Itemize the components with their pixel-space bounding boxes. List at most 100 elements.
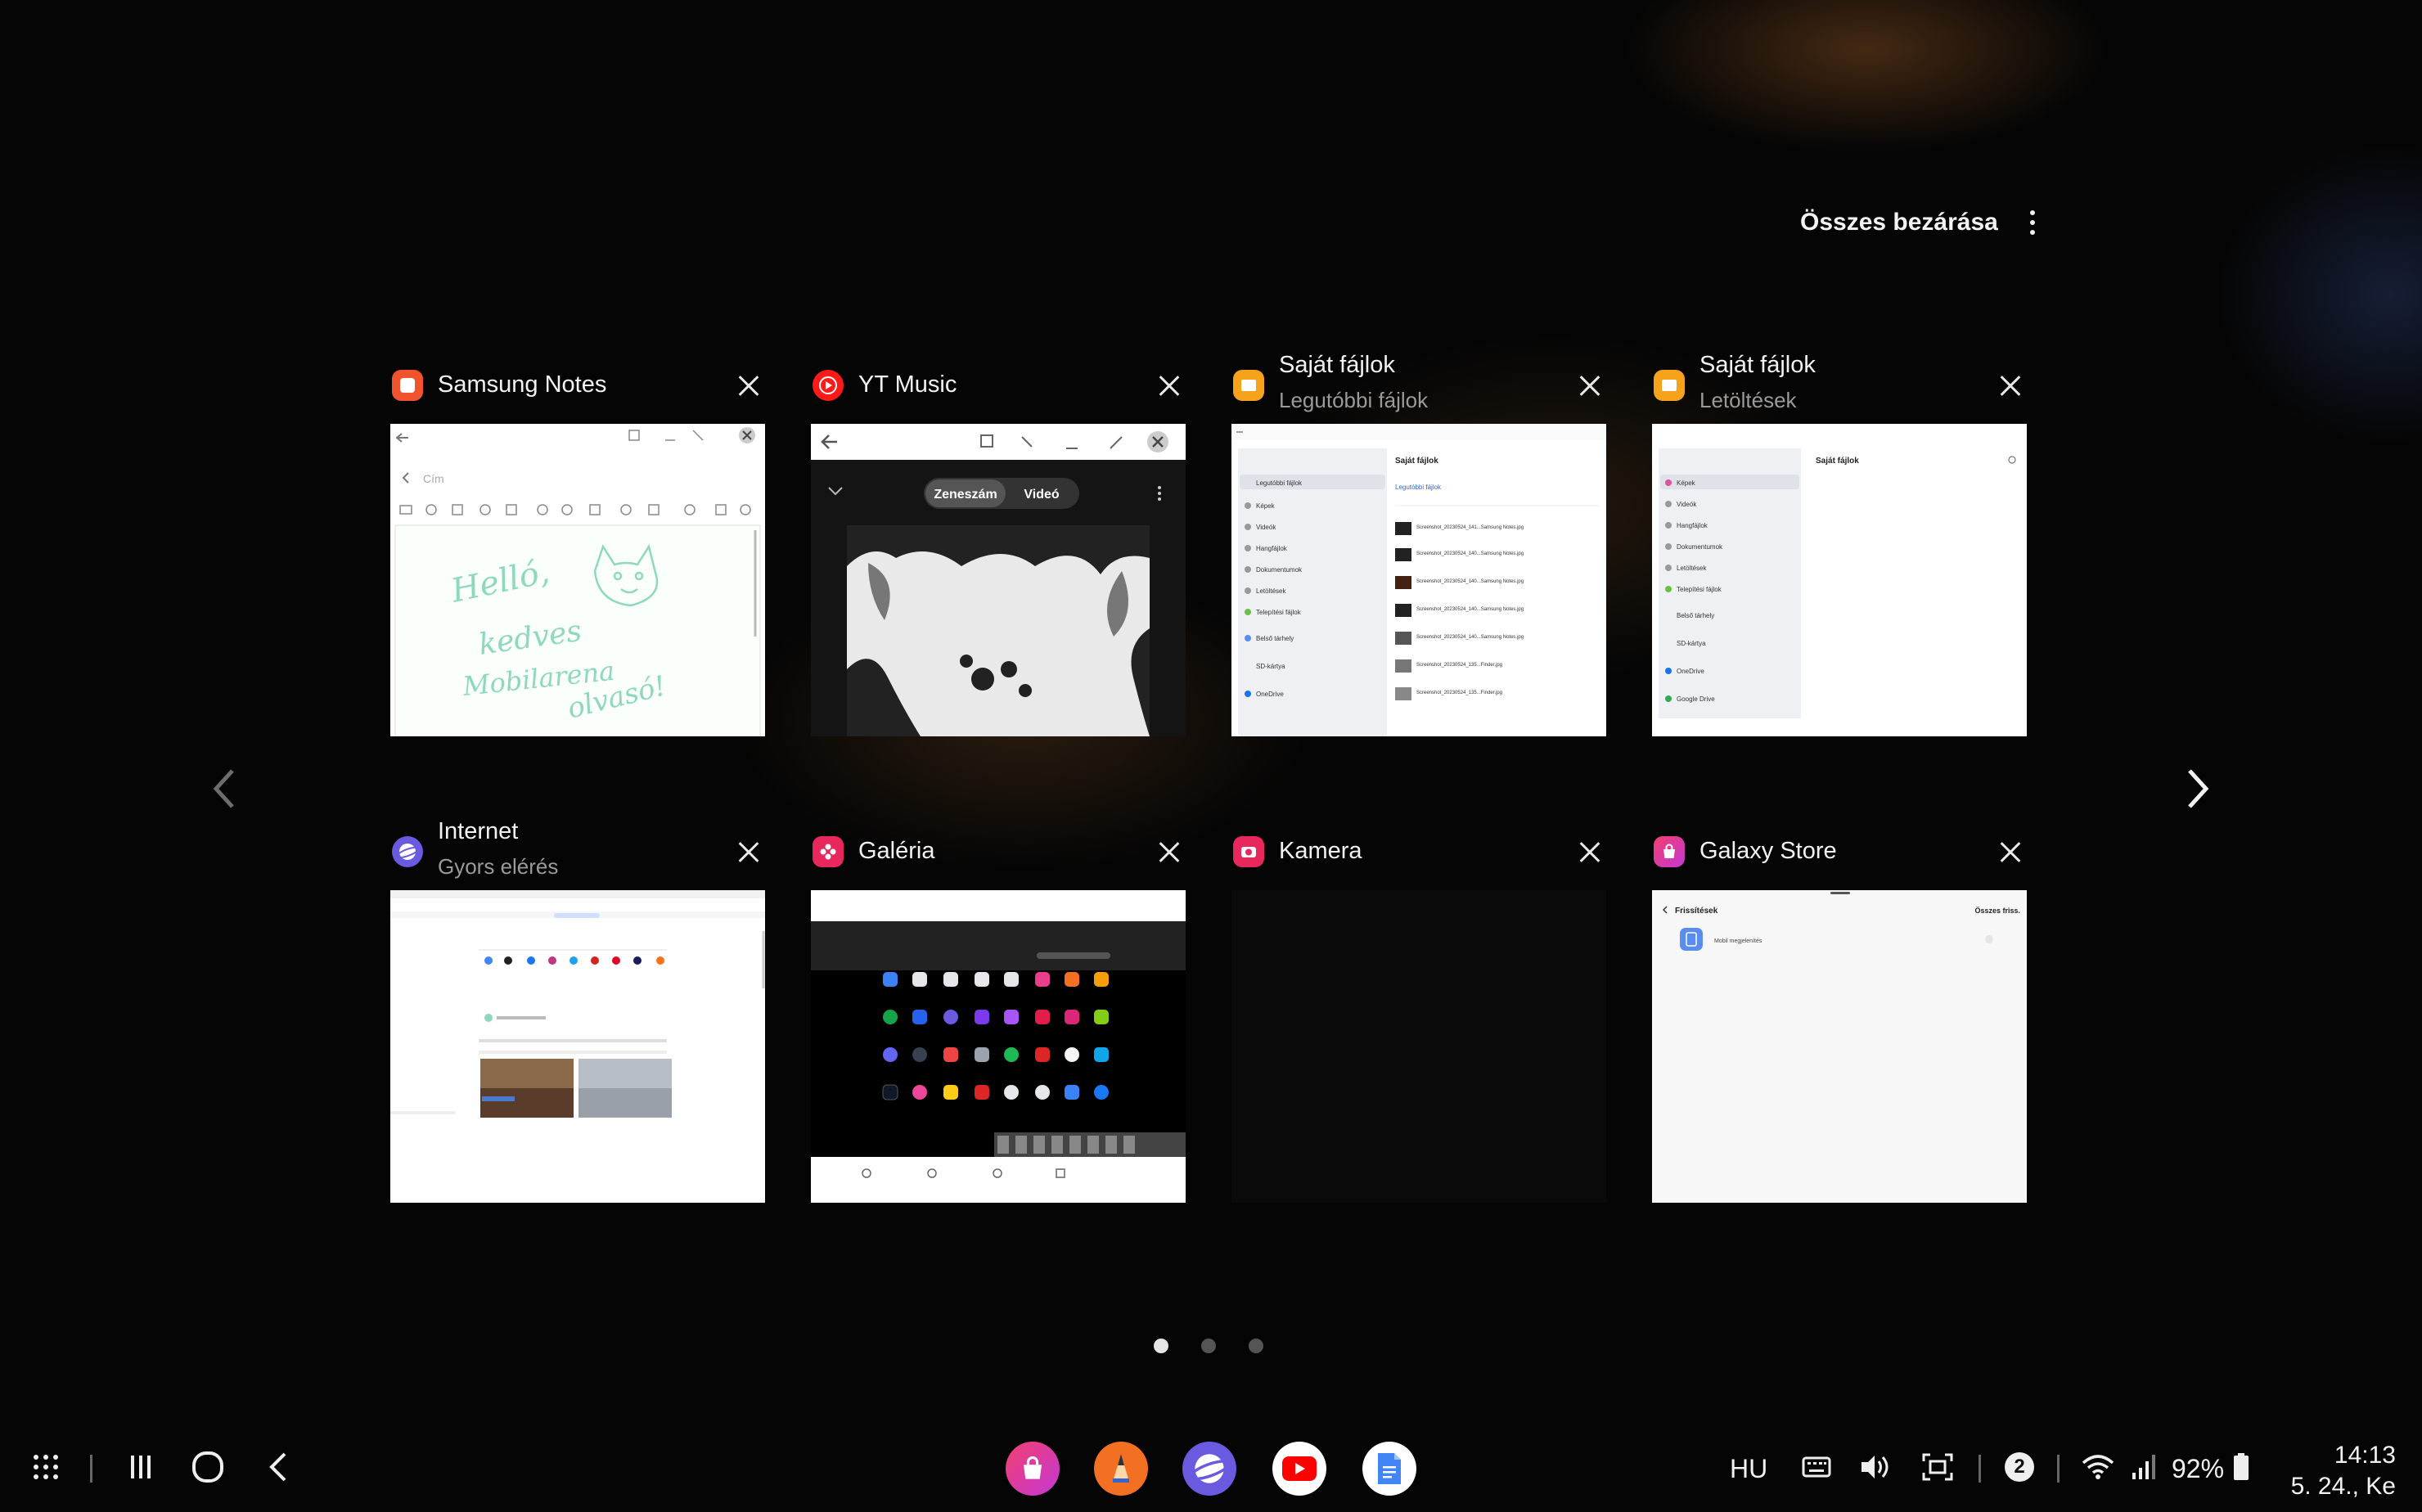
battery-percent: 92% <box>2172 1453 2225 1483</box>
app-drawer-icon[interactable] <box>29 1447 62 1487</box>
tab-song: Zeneszám <box>934 488 997 502</box>
svg-text:Screenshot_20230524_135...Find: Screenshot_20230524_135...Finder.jpg <box>1416 663 1502 668</box>
app-name: Saját fájlok <box>1279 352 1395 378</box>
app-preview: Frissítések Összes friss. Mobil megjelen… <box>1652 890 2027 1203</box>
app-name: Internet <box>438 818 519 844</box>
internet-dock-icon[interactable] <box>1182 1442 1236 1496</box>
svg-text:Screenshot_20230524_140...Sams: Screenshot_20230524_140...Samsung Notes.… <box>1416 635 1524 640</box>
notification-count-badge[interactable]: 2 <box>2003 1447 2036 1487</box>
svg-text:Frissítések: Frissítések <box>1675 907 1718 916</box>
home-icon[interactable] <box>190 1447 226 1487</box>
app-name: Galéria <box>858 838 935 864</box>
chevron-left-icon[interactable] <box>208 764 241 813</box>
app-subtitle: Legutóbbi fájlok <box>1279 388 1429 412</box>
close-card-icon[interactable] <box>1573 370 1606 403</box>
svg-text:Telepítési fájlok: Telepítési fájlok <box>1256 609 1302 616</box>
app-name: Kamera <box>1279 838 1362 864</box>
recents-icon[interactable] <box>124 1447 157 1487</box>
wallpaper-glow <box>0 0 2422 1512</box>
app-preview: Képek Videók Hangfájlok Dokumentumok Let… <box>1652 424 2027 736</box>
clock[interactable]: 14:13 5. 24., Ke <box>2291 1440 2396 1502</box>
svg-text:OneDrive: OneDrive <box>1256 691 1284 698</box>
svg-text:Screenshot_20230524_140...Sams: Screenshot_20230524_140...Samsung Notes.… <box>1416 607 1524 612</box>
divider <box>2057 1455 2060 1483</box>
svg-text:Telepítési fájlok: Telepítési fájlok <box>1677 586 1722 593</box>
app-preview: Cím Helló, kedves Mobilarena olvasó! <box>390 424 765 736</box>
notes-icon <box>392 370 423 401</box>
svg-text:Legutóbbi fájlok: Legutóbbi fájlok <box>1395 484 1442 491</box>
app-subtitle: Gyors elérés <box>438 854 559 879</box>
app-preview: Zeneszám Videó <box>811 424 1186 736</box>
page-dot[interactable] <box>1154 1339 1168 1353</box>
close-card-icon[interactable] <box>1153 836 1186 869</box>
page-indicator <box>1154 1339 1263 1353</box>
volume-icon[interactable] <box>1859 1447 1892 1487</box>
app-name: Saját fájlok <box>1699 352 1816 378</box>
svg-text:Screenshot_20230524_141...Sams: Screenshot_20230524_141...Samsung Notes.… <box>1416 525 1524 530</box>
language-indicator[interactable]: HU <box>1730 1448 1767 1489</box>
close-card-icon[interactable] <box>1573 836 1606 869</box>
divider <box>1979 1455 1981 1483</box>
svg-text:Google Drive: Google Drive <box>1677 695 1715 703</box>
gallery-icon <box>813 836 844 867</box>
close-card-icon[interactable] <box>1994 370 2027 403</box>
tab-video: Videó <box>1024 488 1060 502</box>
svg-text:SD-kártya: SD-kártya <box>1677 640 1706 647</box>
folder-icon <box>1233 370 1264 401</box>
close-all-button[interactable]: Összes bezárása <box>1800 209 1998 236</box>
close-card-icon[interactable] <box>1994 836 2027 869</box>
app-preview: Legutóbbi fájlok Képek Videók Hangfájlok… <box>1231 424 1606 736</box>
svg-text:Dokumentumok: Dokumentumok <box>1677 543 1723 551</box>
clock-time: 14:13 <box>2334 1442 2396 1469</box>
screenshot-icon[interactable] <box>1921 1447 1954 1487</box>
galaxy-store-icon <box>1654 836 1685 867</box>
svg-text:Videók: Videók <box>1677 501 1697 508</box>
svg-text:OneDrive: OneDrive <box>1677 668 1704 675</box>
close-card-icon[interactable] <box>732 370 765 403</box>
svg-text:Legutóbbi fájlok: Legutóbbi fájlok <box>1256 479 1303 487</box>
google-docs-dock-icon[interactable] <box>1362 1442 1416 1496</box>
svg-text:SD-kártya: SD-kártya <box>1256 663 1285 670</box>
app-name: YT Music <box>858 371 957 398</box>
svg-text:Saját fájlok: Saját fájlok <box>1395 457 1438 466</box>
app-preview <box>811 890 1186 1203</box>
wifi-icon <box>2080 1447 2116 1487</box>
app-preview <box>390 890 765 1203</box>
camera-icon <box>1233 836 1264 867</box>
close-all-bar: Összes bezárása <box>1800 205 2037 241</box>
svg-text:Screenshot_20230524_140...Sams: Screenshot_20230524_140...Samsung Notes.… <box>1416 579 1524 584</box>
svg-text:Videók: Videók <box>1256 524 1276 531</box>
close-card-icon[interactable] <box>1153 370 1186 403</box>
note-title-placeholder: Cím <box>423 472 444 485</box>
svg-text:Belső tárhely: Belső tárhely <box>1256 635 1294 642</box>
app-name: Samsung Notes <box>438 371 607 398</box>
app-subtitle: Letöltések <box>1699 388 1797 412</box>
taskbar: HU 2 92% 14:13 5. 24., Ke <box>0 1424 2422 1512</box>
svg-text:Hangfájlok: Hangfájlok <box>1256 545 1288 552</box>
svg-text:Összes friss.: Összes friss. <box>1974 907 2020 915</box>
svg-text:Dokumentumok: Dokumentumok <box>1256 566 1303 574</box>
svg-text:Hangfájlok: Hangfájlok <box>1677 522 1708 529</box>
signal-icon <box>2129 1447 2159 1487</box>
youtube-dock-icon[interactable] <box>1272 1442 1326 1496</box>
app-preview <box>1231 890 1606 1203</box>
pen-up-dock-icon[interactable] <box>1094 1442 1148 1496</box>
yt-music-icon <box>813 370 844 401</box>
folder-icon <box>1654 370 1685 401</box>
page-dot[interactable] <box>1201 1339 1216 1353</box>
close-card-icon[interactable] <box>732 836 765 869</box>
svg-text:Képek: Képek <box>1677 479 1696 487</box>
divider <box>90 1455 92 1483</box>
svg-text:Mobil megjelenítés: Mobil megjelenítés <box>1714 938 1762 944</box>
galaxy-store-dock-icon[interactable] <box>1006 1442 1060 1496</box>
svg-text:Letöltések: Letöltések <box>1256 587 1286 595</box>
svg-text:Letöltések: Letöltések <box>1677 565 1707 572</box>
battery-icon <box>2231 1447 2252 1487</box>
internet-icon <box>392 836 423 867</box>
svg-text:Screenshot_20230524_135...Find: Screenshot_20230524_135...Finder.jpg <box>1416 691 1502 695</box>
back-icon[interactable] <box>262 1447 295 1487</box>
chevron-right-icon[interactable] <box>2181 764 2214 813</box>
keyboard-icon[interactable] <box>1800 1447 1833 1487</box>
page-dot[interactable] <box>1249 1339 1263 1353</box>
more-options-icon[interactable] <box>2028 210 2037 235</box>
